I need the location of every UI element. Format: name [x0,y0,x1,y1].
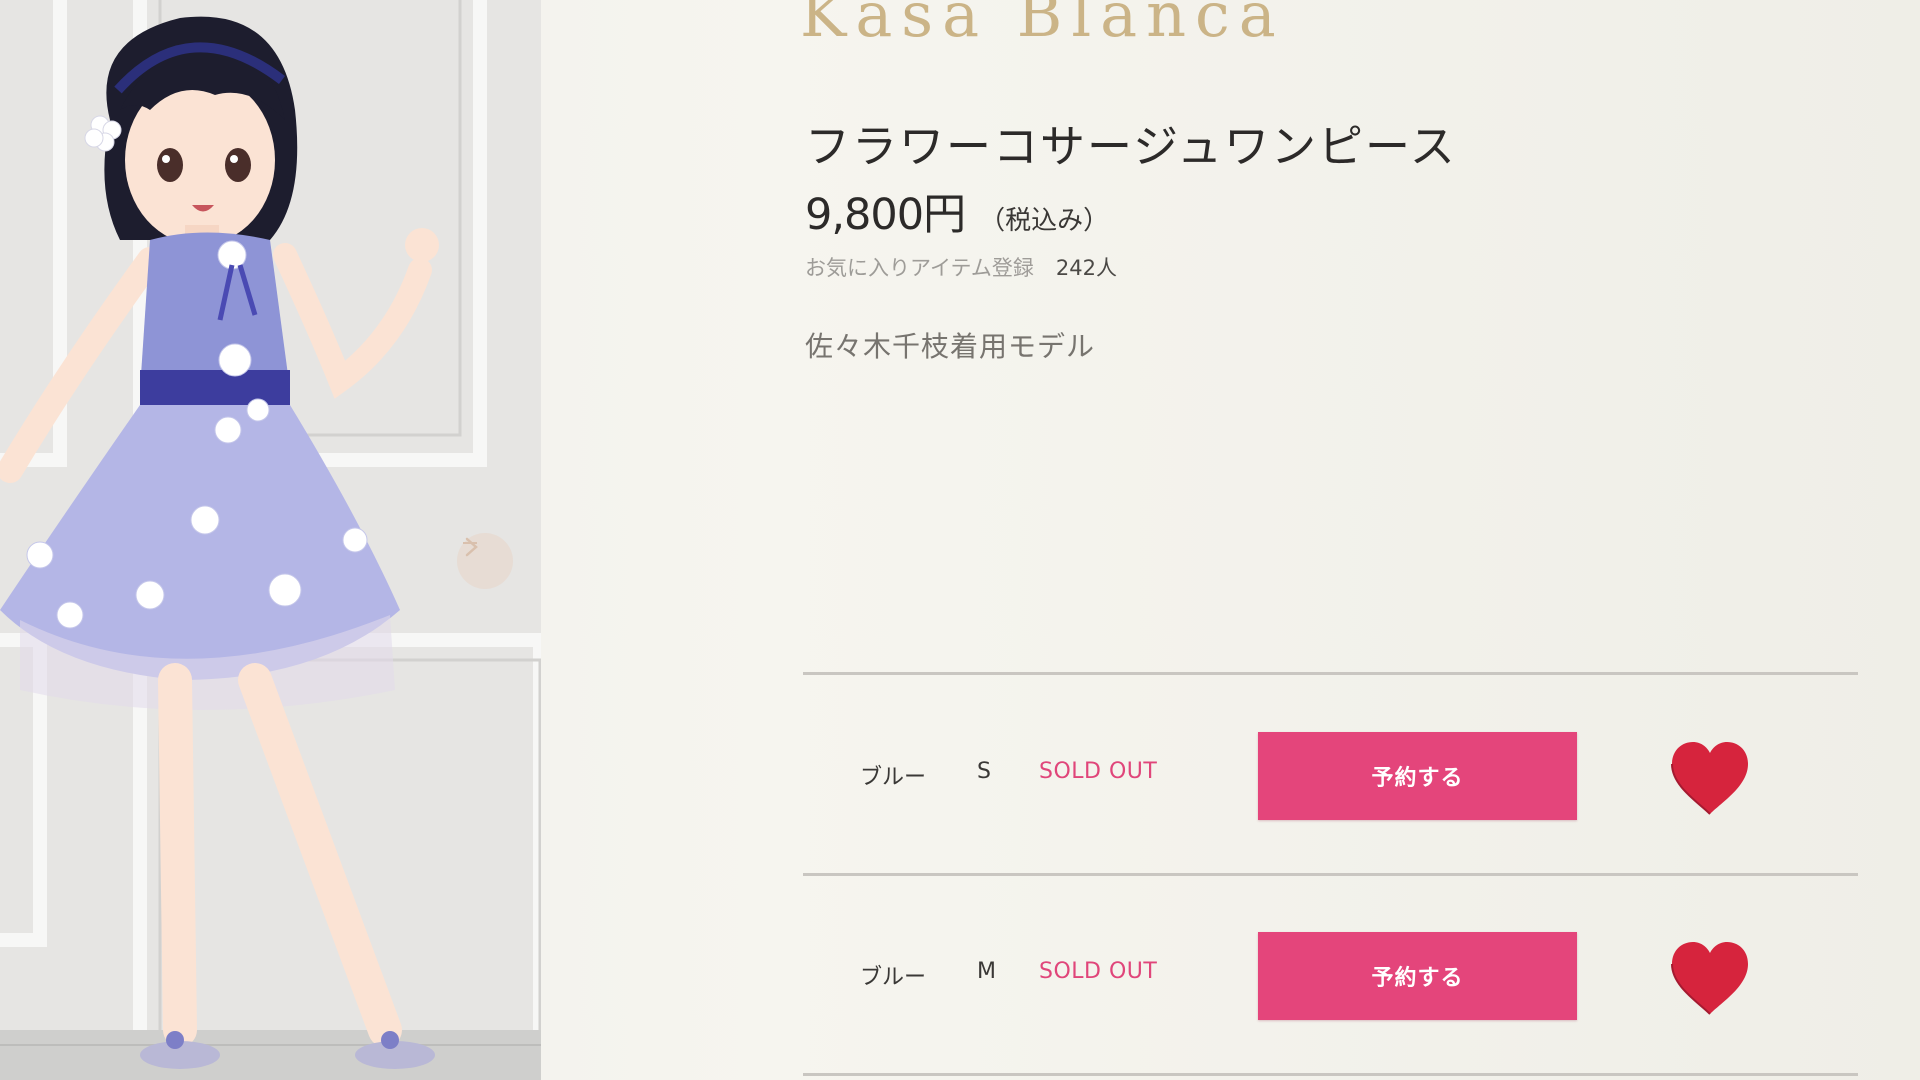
variant-row: ブルー M SOLD OUT 予約する [803,875,1858,1073]
stock-status: SOLD OUT [1039,759,1158,784]
chevron-right-icon [463,537,478,557]
reserve-button[interactable]: 予約する [1258,732,1577,820]
variant-divider [803,1073,1858,1076]
variant-row: ブルー S SOLD OUT 予約する [803,675,1858,873]
heart-icon[interactable] [1668,940,1752,1018]
variant-color: ブルー [860,765,927,790]
variant-size: M [977,959,996,984]
heart-icon[interactable] [1668,740,1752,818]
carousel-next-button[interactable] [457,533,513,589]
variant-size: S [977,759,991,784]
product-title: フラワーコサージュワンピース [805,120,1457,173]
favorite-label: お気に入りアイテム登録 [805,256,1034,280]
model-note: 佐々木千枝着用モデル [805,330,1096,363]
price-row: 9,800円 （税込み） [805,180,1109,242]
reserve-button[interactable]: 予約する [1258,932,1577,1020]
brand-logo: Kasa Blanca [800,0,1285,51]
product-price: 9,800円 [805,190,966,240]
favorite-count-row: お気に入りアイテム登録 242人 [805,252,1117,282]
favorite-count: 242人 [1055,256,1117,280]
tax-note: （税込み） [979,206,1110,236]
variant-color: ブルー [860,965,927,990]
product-page: Kasa Blanca フラワーコサージュワンピース 9,800円 （税込み） … [0,0,1920,1080]
product-image [0,0,541,1080]
stock-status: SOLD OUT [1039,959,1158,984]
